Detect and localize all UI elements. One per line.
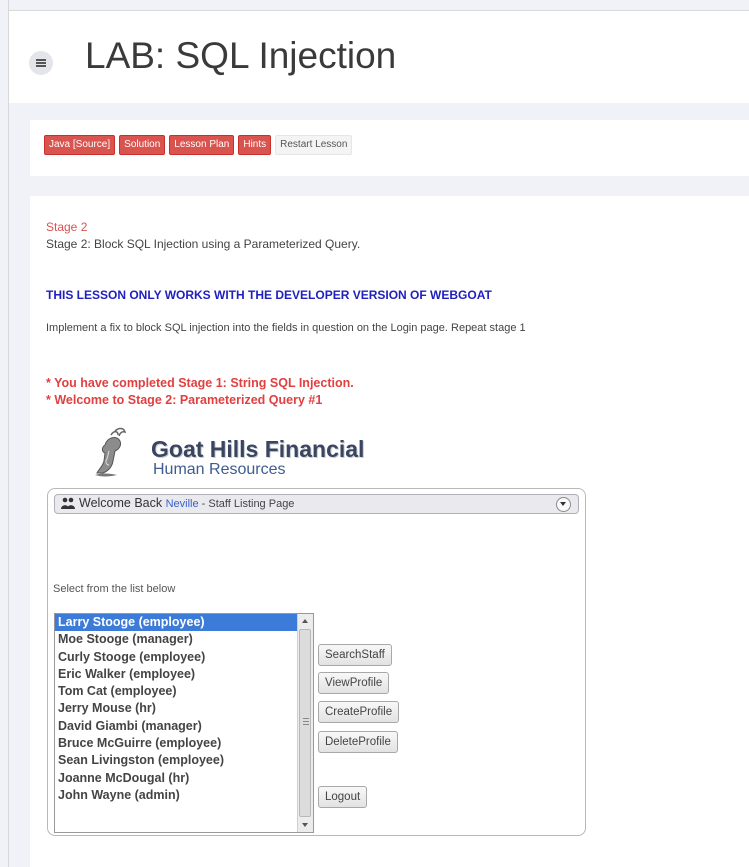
staff-list-scrollbar[interactable]	[297, 614, 313, 832]
staff-list-item[interactable]: Jerry Mouse (hr)	[55, 700, 297, 717]
delete-profile-button[interactable]: DeleteProfile	[318, 731, 398, 753]
page-header: LAB: SQL Injection	[9, 11, 749, 103]
people-icon	[61, 497, 75, 509]
goat-hills-app: Goat Hills Financial Human Resources Wel…	[47, 422, 589, 836]
staff-list-item[interactable]: Tom Cat (employee)	[55, 683, 297, 700]
lesson-plan-button[interactable]: Lesson Plan	[169, 135, 235, 155]
logout-button[interactable]: Logout	[318, 786, 368, 808]
page-title: LAB: SQL Injection	[85, 35, 397, 76]
collapse-chevron-icon[interactable]	[556, 497, 571, 512]
scroll-down-arrow-icon[interactable]	[298, 818, 313, 832]
staff-list-item[interactable]: Sean Livingston (employee)	[55, 752, 297, 769]
frame-left-border	[8, 0, 9, 867]
brand-name: Goat Hills Financial	[151, 436, 365, 462]
search-staff-button[interactable]: SearchStaff	[318, 644, 392, 666]
welcome-bar: Welcome Back Neville - Staff Listing Pag…	[54, 494, 579, 514]
menu-icon[interactable]	[29, 51, 53, 75]
scroll-up-arrow-icon[interactable]	[298, 614, 313, 628]
welcome-user-link[interactable]: Neville	[166, 498, 199, 510]
staff-list-item[interactable]: Bruce McGuirre (employee)	[55, 735, 297, 752]
staff-items: Larry Stooge (employee) Moe Stooge (mana…	[55, 614, 297, 804]
goat-logo-icon	[95, 427, 127, 477]
staff-list-item[interactable]: John Wayne (admin)	[55, 787, 297, 804]
staff-list-item[interactable]: Joanne McDougal (hr)	[55, 770, 297, 787]
staff-list-item[interactable]: Curly Stooge (employee)	[55, 649, 297, 666]
welcome-text: Welcome Back Neville - Staff Listing Pag…	[79, 496, 294, 510]
lesson-content: Stage 2 Stage 2: Block SQL Injection usi…	[30, 196, 749, 867]
brand-subtitle: Human Resources	[153, 461, 286, 478]
implement-instructions: Implement a fix to block SQL injection i…	[46, 322, 526, 334]
restart-lesson-button[interactable]: Restart Lesson	[275, 135, 353, 155]
stage-title: Stage 2	[46, 220, 88, 234]
welcome-prefix: Welcome Back	[79, 496, 166, 510]
staff-list-item[interactable]: Larry Stooge (employee)	[55, 614, 297, 632]
hints-button[interactable]: Hints	[238, 135, 272, 155]
welcome-stage-message: * Welcome to Stage 2: Parameterized Quer…	[46, 393, 323, 407]
completed-stage-message: * You have completed Stage 1: String SQL…	[46, 376, 354, 390]
scroll-thumb[interactable]	[299, 629, 311, 817]
create-profile-button[interactable]: CreateProfile	[318, 701, 400, 723]
java-source-button[interactable]: Java [Source]	[44, 135, 116, 155]
staff-listbox[interactable]: Larry Stooge (employee) Moe Stooge (mana…	[54, 613, 314, 833]
select-label: Select from the list below	[53, 583, 176, 595]
staff-panel: Welcome Back Neville - Staff Listing Pag…	[47, 488, 586, 836]
developer-version-warning: THIS LESSON ONLY WORKS WITH THE DEVELOPE…	[46, 288, 492, 302]
staff-list-item[interactable]: David Giambi (manager)	[55, 718, 297, 735]
solution-button[interactable]: Solution	[119, 135, 166, 155]
stage-description: Stage 2: Block SQL Injection using a Par…	[46, 237, 361, 251]
view-profile-button[interactable]: ViewProfile	[318, 672, 390, 694]
staff-list-item[interactable]: Eric Walker (employee)	[55, 666, 297, 683]
lesson-toolbar: Java [Source] Solution Lesson Plan Hints…	[30, 120, 749, 176]
staff-list-item[interactable]: Moe Stooge (manager)	[55, 631, 297, 648]
welcome-suffix: - Staff Listing Page	[198, 498, 295, 510]
lesson-button-group: Java [Source] Solution Lesson Plan Hints…	[44, 135, 353, 155]
